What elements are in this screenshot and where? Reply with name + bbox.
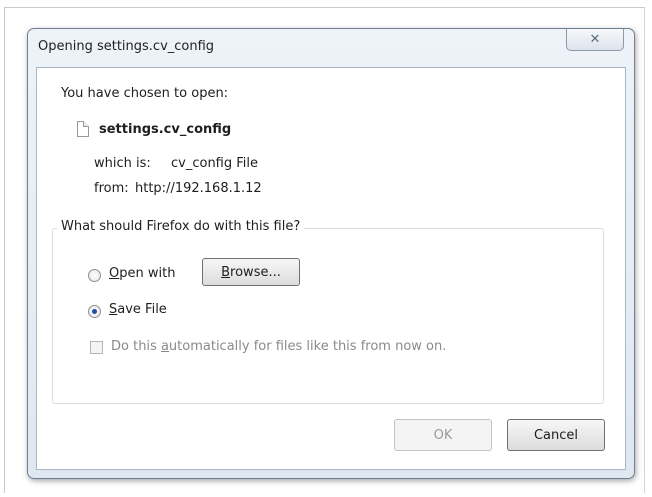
- cancel-button[interactable]: Cancel: [507, 419, 605, 451]
- open-with-label[interactable]: Open with: [109, 266, 175, 281]
- document-icon: [77, 121, 89, 137]
- save-file-radio[interactable]: [88, 305, 101, 318]
- browse-button[interactable]: Browse...: [202, 258, 300, 286]
- save-file-label[interactable]: Save File: [109, 302, 167, 317]
- close-icon: ✕: [589, 32, 601, 47]
- action-group-legend: What should Firefox do with this file?: [57, 219, 305, 234]
- close-button[interactable]: ✕: [566, 29, 624, 51]
- dialog-title: Opening settings.cv_config: [38, 39, 215, 54]
- open-file-dialog: Opening settings.cv_config ✕ You have ch…: [27, 28, 635, 479]
- file-name: settings.cv_config: [99, 122, 232, 137]
- file-source-label: from:: [94, 181, 129, 196]
- file-type-value: cv_config File: [171, 156, 259, 171]
- intro-text: You have chosen to open:: [61, 86, 229, 101]
- dialog-body: You have chosen to open: settings.cv_con…: [36, 67, 626, 470]
- auto-action-label[interactable]: Do this automatically for files like thi…: [111, 339, 446, 354]
- file-type-label: which is:: [94, 156, 151, 171]
- auto-action-checkbox[interactable]: [90, 341, 103, 354]
- file-source-value: http://192.168.1.12: [135, 181, 262, 196]
- ok-button[interactable]: OK: [394, 419, 492, 451]
- open-with-radio[interactable]: [88, 269, 101, 282]
- title-bar[interactable]: Opening settings.cv_config ✕: [28, 29, 634, 65]
